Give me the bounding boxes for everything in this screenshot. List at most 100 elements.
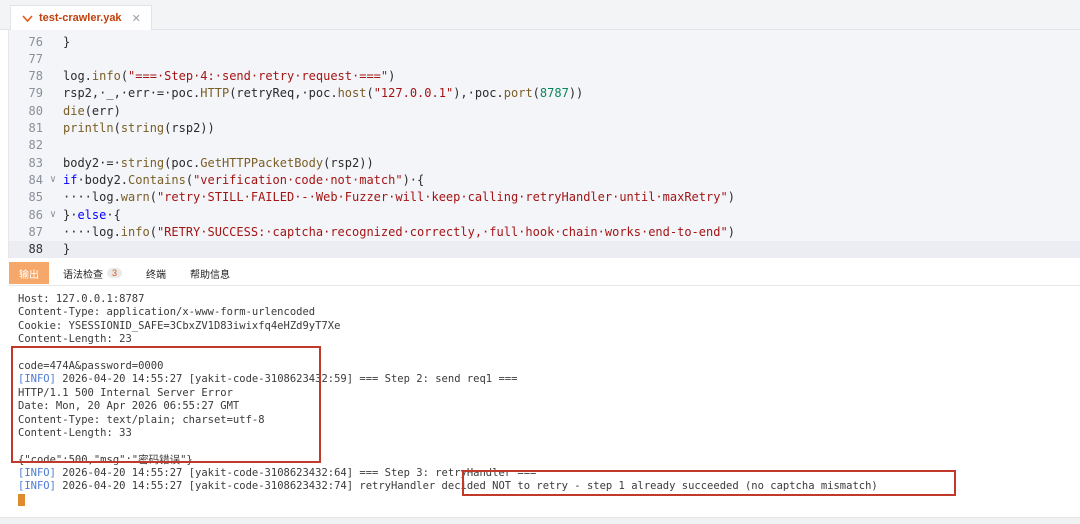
code-token: )	[388, 69, 396, 84]
code-token: 8787	[539, 86, 569, 101]
code-token: ))	[568, 86, 584, 101]
output-text: Cookie: YSESSIONID_SAFE=3CbxZV1D83iwixfq…	[18, 319, 341, 332]
code-token: string	[120, 121, 165, 135]
panel-tab-label: 终端	[146, 269, 167, 281]
fold-chevron-icon[interactable]: ∨	[43, 174, 63, 185]
code-text: println(string(rsp2))	[63, 121, 215, 135]
code-token: (rsp2))	[323, 155, 374, 170]
yak-file-icon	[21, 12, 33, 24]
code-line[interactable]: 87 ····log.info("RETRY·SUCCESS:·captcha·r…	[9, 223, 1080, 240]
panel-tab[interactable]: 帮助信息	[180, 262, 240, 284]
code-line[interactable]: 88}	[9, 240, 1080, 258]
output-line: Host: 127.0.0.1:8787	[18, 293, 1068, 306]
panel-tab-bar: 输出 语法检查 3 终端 帮助信息	[9, 262, 240, 284]
code-token: (	[532, 86, 540, 101]
code-token: }·	[63, 207, 78, 222]
line-number: 86	[28, 207, 43, 222]
code-token: "retry·STILL·FAILED·-·Web·Fuzzer·will·ke…	[156, 190, 728, 205]
code-token: port	[503, 86, 533, 101]
line-number: 80	[28, 103, 43, 118]
code-token: }	[63, 242, 71, 257]
code-token: (poc.	[164, 155, 201, 170]
output-text: Content-Type: application/x-www-form-url…	[18, 306, 316, 319]
code-token: "===·Step·4:·send·retry·request·==="	[128, 69, 389, 84]
code-token: (	[113, 121, 121, 135]
line-number: 83	[28, 155, 43, 170]
line-number: 77	[28, 51, 43, 66]
output-line: Content-Type: application/x-www-form-url…	[18, 306, 1068, 319]
output-text: Host: 127.0.0.1:8787	[18, 293, 145, 305]
code-token: )	[727, 190, 735, 205]
code-text: ····log.warn("retry·STILL·FAILED·-·Web·F…	[63, 190, 735, 204]
code-token: (	[149, 224, 157, 239]
code-token: info	[91, 69, 121, 84]
code-line[interactable]: 84 ∨ if·body2.Contains("verification·code·…	[9, 171, 1080, 188]
log-level-tag: [INFO]	[18, 480, 56, 493]
code-editor[interactable]: 76} 77 78 log.info("===·Step·4:·send·retry·…	[9, 30, 1080, 258]
panel-tab[interactable]: 终端	[136, 262, 176, 284]
line-number: 81	[28, 121, 43, 135]
code-token: log.	[63, 69, 92, 84]
code-token: ····log.	[63, 190, 121, 205]
code-text: body2·=·string(poc.GetHTTPPacketBody(rsp…	[63, 156, 374, 170]
code-line[interactable]: 85 ····log.warn("retry·STILL·FAILED·-·Web…	[9, 189, 1080, 206]
code-token: warn	[120, 190, 150, 205]
fold-chevron-icon[interactable]: ∨	[43, 209, 63, 220]
line-number: 84	[28, 172, 43, 187]
code-token: if	[63, 172, 78, 187]
code-token: "RETRY·SUCCESS:·captcha·recognized·corre…	[156, 224, 728, 239]
code-line[interactable]: 82	[9, 137, 1080, 154]
code-token: body2·=·	[63, 155, 121, 170]
code-token: info	[120, 224, 150, 239]
code-token: else	[77, 207, 107, 222]
file-tab-label: test-crawler.yak	[39, 12, 122, 24]
close-icon[interactable]: ✕	[132, 12, 141, 25]
file-tab[interactable]: test-crawler.yak ✕	[10, 5, 152, 30]
code-text: log.info("===·Step·4:·send·retry·request…	[63, 69, 395, 83]
panel-tab-label: 输出	[19, 269, 39, 281]
panel-divider	[9, 285, 1080, 286]
code-token: (err)	[84, 103, 121, 118]
code-token: (	[120, 69, 129, 84]
status-strip	[0, 517, 1080, 524]
code-text: rsp2,·_,·err·=·poc.HTTP(retryReq,·poc.ho…	[63, 86, 583, 100]
code-line[interactable]: 80 die(err)	[9, 102, 1080, 119]
code-line[interactable]: 78 log.info("===·Step·4:·send·retry·reque…	[9, 68, 1080, 85]
log-level-tag: [INFO]	[18, 467, 56, 480]
line-number: 78	[28, 69, 43, 84]
code-line[interactable]: 77	[9, 50, 1080, 67]
line-number: 79	[28, 86, 43, 101]
code-token: (	[366, 86, 374, 101]
code-line[interactable]: 83 body2·=·string(poc.GetHTTPPacketBody(r…	[9, 154, 1080, 171]
cursor-caret	[18, 493, 25, 506]
code-token: HTTP	[200, 86, 230, 101]
highlight-box-retry-decision	[462, 470, 956, 496]
code-token: Contains	[128, 172, 186, 187]
code-token: )·{	[402, 172, 425, 187]
line-number: 82	[28, 138, 43, 153]
code-line[interactable]: 86 ∨}·else·{	[9, 206, 1080, 223]
code-text: }	[63, 242, 70, 256]
panel-tab-label: 帮助信息	[190, 269, 231, 281]
panel-tab[interactable]: 输出	[9, 262, 49, 284]
line-number: 88	[28, 242, 43, 257]
line-number: 85	[28, 190, 43, 205]
code-text: ····log.info("RETRY·SUCCESS:·captcha·rec…	[63, 225, 735, 239]
code-token: ····log.	[63, 224, 121, 239]
code-line[interactable]: 81 println(string(rsp2))	[9, 120, 1080, 137]
highlight-box-response	[11, 346, 321, 463]
code-token: host	[337, 86, 367, 101]
code-token: "verification·code·not·match"	[193, 172, 403, 187]
code-token: ·body2.	[77, 172, 129, 187]
code-token: GetHTTPPacketBody	[200, 155, 324, 170]
code-text: }·else·{	[63, 208, 121, 222]
code-token: rsp2,·_,·err·=·poc.	[63, 86, 201, 101]
panel-tab[interactable]: 语法检查 3	[53, 262, 132, 284]
code-token: (rsp2))	[164, 121, 215, 135]
code-token: (	[185, 172, 194, 187]
code-line[interactable]: 79 rsp2,·_,·err·=·poc.HTTP(retryReq,·poc.…	[9, 85, 1080, 102]
code-line[interactable]: 76}	[9, 33, 1080, 50]
code-token: die	[63, 103, 85, 118]
code-text: }	[63, 35, 70, 49]
code-token: ·{	[106, 207, 121, 222]
